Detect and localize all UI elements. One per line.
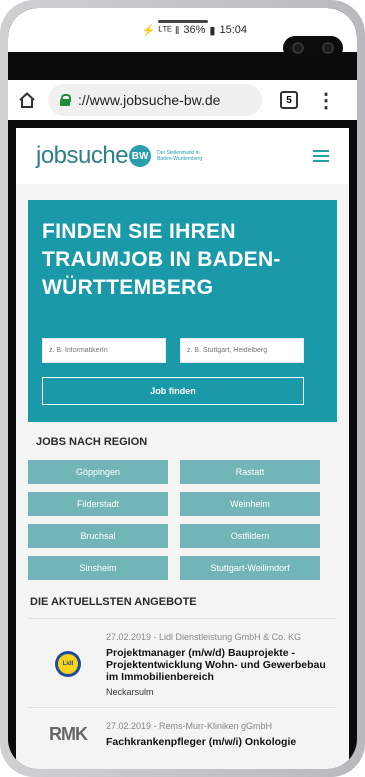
screen: ⚡ ᴸᵀᴱ ‖ 36% ▮ 15:04 ://www.jobsuche-bw.d… xyxy=(8,8,357,769)
company-logo: RMK xyxy=(30,720,106,748)
location-search-input[interactable] xyxy=(180,338,304,363)
job-offer-info: 27.02.2019 - Rems-Murr-Kliniken gGmbH Fa… xyxy=(106,720,326,748)
regions-heading: JOBS NACH REGION xyxy=(36,436,148,448)
job-offer-meta: 27.02.2019 - Rems-Murr-Kliniken gGmbH xyxy=(106,721,273,731)
clock: 15:04 xyxy=(219,24,247,36)
job-offer-info: 27.02.2019 - Lidl Dienstleistung GmbH & … xyxy=(106,631,326,697)
tab-switcher-button[interactable]: 5 xyxy=(280,91,298,109)
hero-title: FINDEN SIE IHREN TRAUMJOB IN BADEN-WÜRTT… xyxy=(42,220,281,299)
region-button[interactable]: Stuttgart-Weilimdorf xyxy=(180,556,320,580)
browser-toolbar: ://www.jobsuche-bw.de 5 ⋮ xyxy=(8,80,357,120)
camera-lens xyxy=(292,42,304,54)
job-offer-title[interactable]: Projektmanager (m/w/d) Bauprojekte - Pro… xyxy=(106,647,326,683)
web-page: jobsuche BW Der Stellenmarkt in Baden-Wü… xyxy=(16,128,349,769)
find-job-button[interactable]: Job finden xyxy=(42,377,304,405)
site-header: jobsuche BW Der Stellenmarkt in Baden-Wü… xyxy=(16,128,349,184)
company-logo: Lidl xyxy=(30,631,106,697)
url-text: ://www.jobsuche-bw.de xyxy=(78,92,221,108)
job-offer-location: Neckarsulm xyxy=(106,687,154,697)
job-offer-item[interactable]: Lidl 27.02.2019 - Lidl Dienstleistung Gm… xyxy=(16,619,349,697)
job-search-input[interactable] xyxy=(42,338,166,363)
url-field[interactable]: ://www.jobsuche-bw.de xyxy=(48,84,262,116)
offers-heading: DIE AKTUELLSTEN ANGEBOTE xyxy=(30,596,197,608)
region-button[interactable]: Weinheim xyxy=(180,492,320,516)
site-logo-text[interactable]: jobsuche xyxy=(36,142,129,170)
region-button[interactable]: Rastatt xyxy=(180,460,320,484)
job-offer-title[interactable]: Fachkrankenpfleger (m/w/i) Onkologie xyxy=(106,736,326,748)
job-offer-meta: 27.02.2019 - Lidl Dienstleistung GmbH & … xyxy=(106,632,302,642)
region-button[interactable]: Ostfildern xyxy=(180,524,320,548)
camera-lens xyxy=(322,42,334,54)
battery-percentage: 36% xyxy=(183,24,206,36)
region-button[interactable]: Göppingen xyxy=(28,460,168,484)
menu-icon[interactable]: ⋮ xyxy=(316,88,336,113)
battery-icon: ▮ xyxy=(209,24,216,37)
hero-search-box: FINDEN SIE IHREN TRAUMJOB IN BADEN-WÜRTT… xyxy=(28,200,337,422)
lock-icon xyxy=(60,94,71,106)
region-grid: Göppingen Rastatt Filderstadt Weinheim B… xyxy=(28,460,337,580)
home-icon[interactable] xyxy=(18,91,36,109)
region-button[interactable]: Bruchsal xyxy=(28,524,168,548)
search-inputs xyxy=(42,338,323,363)
signal-icons: ⚡ ᴸᵀᴱ ‖ xyxy=(141,24,180,37)
hamburger-menu-icon[interactable] xyxy=(313,147,329,165)
site-logo-badge[interactable]: BW xyxy=(129,145,152,167)
front-camera xyxy=(283,36,343,60)
speaker-grille xyxy=(158,20,208,23)
job-offer-item[interactable]: RMK 27.02.2019 - Rems-Murr-Kliniken gGmb… xyxy=(16,708,349,748)
region-button[interactable]: Sinsheim xyxy=(28,556,168,580)
lidl-logo: Lidl xyxy=(55,651,81,677)
site-tagline: Der Stellenmarkt in Baden-Württemberg xyxy=(157,150,203,162)
phone-frame: ⚡ ᴸᵀᴱ ‖ 36% ▮ 15:04 ://www.jobsuche-bw.d… xyxy=(0,0,365,777)
region-button[interactable]: Filderstadt xyxy=(28,492,168,516)
rmk-logo: RMK xyxy=(49,723,88,744)
